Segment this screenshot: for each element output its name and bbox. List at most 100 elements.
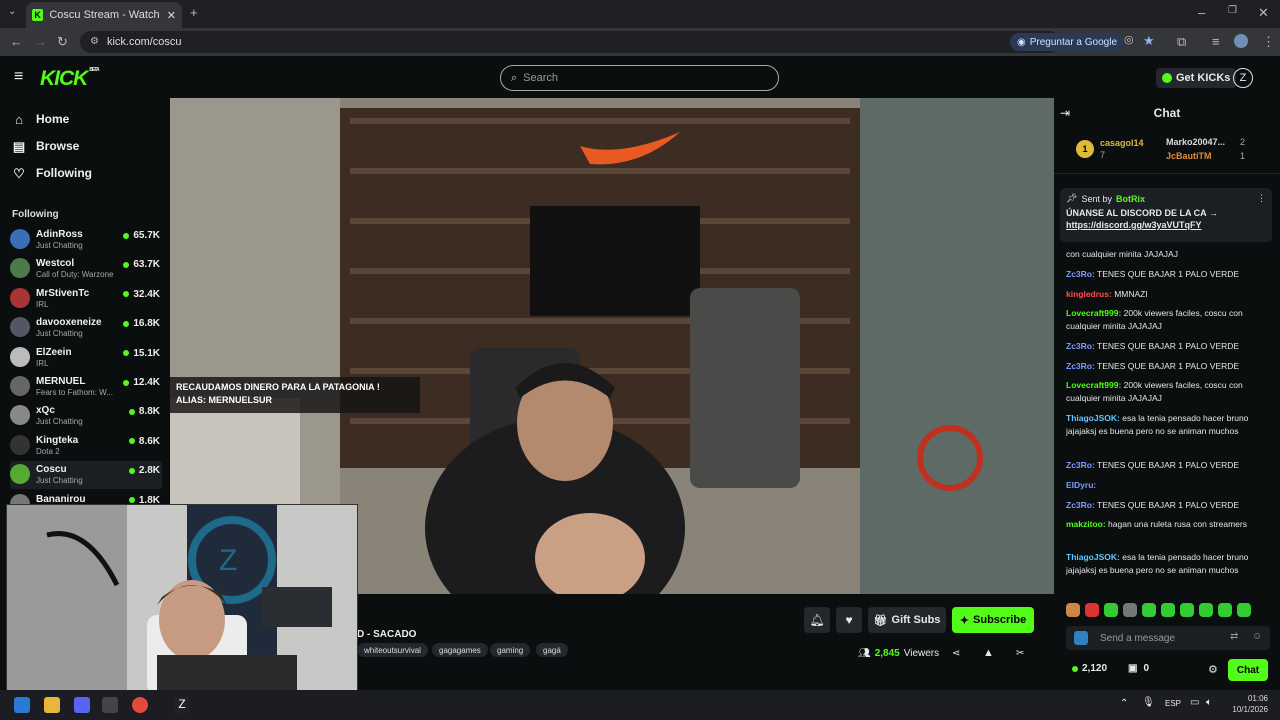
- volume-icon[interactable]: 🔈︎: [1206, 697, 1212, 708]
- emote-icon[interactable]: [1161, 603, 1175, 617]
- site-info-icon[interactable]: ⚙: [90, 37, 99, 47]
- app-icon[interactable]: [102, 697, 118, 713]
- chat-message[interactable]: Lovecraft999: 200k viewers faciles, cosc…: [1066, 379, 1262, 405]
- chat-message[interactable]: Zc3Ro: TENES QUE BAJAR 1 PALO VERDE: [1066, 268, 1262, 281]
- kicks-balance[interactable]: 2,120: [1072, 663, 1107, 674]
- chat-username[interactable]: Zc3Ro:: [1066, 361, 1095, 371]
- eye-off-icon[interactable]: ◎: [1124, 35, 1134, 46]
- report-icon[interactable]: ▲: [983, 647, 994, 659]
- subscribe-button[interactable]: ✦ Subscribe: [952, 607, 1034, 633]
- taskbar-clock[interactable]: 01:06 10/1/2026: [1222, 693, 1268, 715]
- profile-avatar-icon[interactable]: [1234, 34, 1248, 48]
- emote-icon[interactable]: [1142, 603, 1156, 617]
- get-kicks-button[interactable]: Get KICKs: [1156, 68, 1237, 88]
- nav-following[interactable]: ♡ Following: [12, 166, 92, 180]
- kick-logo[interactable]: KICK BETA: [40, 67, 100, 91]
- language-indicator[interactable]: ESP: [1165, 699, 1181, 708]
- new-tab-icon[interactable]: +: [190, 6, 198, 19]
- chat-username[interactable]: Zc3Ro:: [1066, 269, 1095, 279]
- url-field[interactable]: ⚙ kick.com/coscu: [80, 31, 1060, 53]
- chat-username[interactable]: Zc3Ro:: [1066, 341, 1095, 351]
- chat-username[interactable]: Zc3Ro:: [1066, 460, 1095, 470]
- discord-icon[interactable]: [74, 697, 90, 713]
- chat-username[interactable]: ElDyru:: [1066, 480, 1096, 490]
- forward-icon[interactable]: →: [34, 35, 47, 48]
- emote-icon[interactable]: [1199, 603, 1213, 617]
- pinned-message[interactable]: 📌︎ Sent by BotRix ⋮ ÚNANSE AL DISCORD DE…: [1060, 188, 1272, 242]
- emote-icon[interactable]: [1123, 603, 1137, 617]
- emote-picker-icon[interactable]: ☺: [1252, 631, 1262, 642]
- user-avatar[interactable]: Z: [1233, 68, 1253, 88]
- tray-overflow-icon[interactable]: ⌃: [1120, 698, 1128, 709]
- network-icon[interactable]: ▭: [1190, 697, 1199, 708]
- browser-menu-icon[interactable]: ⋮: [1262, 35, 1275, 48]
- tag-gaming[interactable]: gaming: [490, 643, 531, 657]
- emote-icon[interactable]: [1237, 603, 1251, 617]
- chat-message[interactable]: Zc3Ro: TENES QUE BAJAR 1 PALO VERDE: [1066, 340, 1262, 353]
- following-channel-westcol[interactable]: Westcol Call of Duty: Warzone 63.7K: [10, 255, 162, 283]
- chat-input[interactable]: Send a message ⇄ ☺: [1066, 626, 1270, 650]
- hamburger-menu-icon[interactable]: ≡: [14, 68, 23, 86]
- chat-message[interactable]: ThiagoJSOK: esa la tenia pensado hacer b…: [1066, 551, 1262, 577]
- chrome-icon[interactable]: [132, 697, 148, 713]
- file-explorer-icon[interactable]: [44, 697, 60, 713]
- following-channel-elzeein[interactable]: ElZeein IRL 15.1K: [10, 344, 162, 372]
- emote-icon[interactable]: [1085, 603, 1099, 617]
- clip-icon[interactable]: ✂: [1016, 648, 1024, 659]
- chat-username[interactable]: Zc3Ro:: [1066, 500, 1095, 510]
- chat-message[interactable]: con cualquier minita JAJAJAJ: [1066, 248, 1262, 261]
- chat-username[interactable]: kingledrus:: [1066, 289, 1112, 299]
- chat-username[interactable]: ThiagoJSOK:: [1066, 552, 1120, 562]
- send-chat-button[interactable]: Chat: [1228, 659, 1268, 681]
- reading-list-icon[interactable]: ≡: [1212, 35, 1220, 48]
- tag-gaga[interactable]: gagá: [536, 643, 568, 657]
- following-channel-davooxeneize[interactable]: davooxeneize Just Chatting 16.8K: [10, 314, 162, 342]
- nav-browse[interactable]: ▤ Browse: [12, 139, 80, 153]
- nav-home[interactable]: ⌂ Home: [12, 112, 69, 126]
- emote-icon[interactable]: [1066, 603, 1080, 617]
- follow-heart-button[interactable]: ♥: [836, 607, 862, 633]
- minimize-icon[interactable]: –: [1198, 6, 1205, 19]
- tab-list-icon[interactable]: ⌄: [8, 7, 16, 17]
- reload-icon[interactable]: ↻: [57, 35, 68, 48]
- following-channel-mrstiventc[interactable]: MrStivenTc IRL 32.4K: [10, 285, 162, 313]
- close-window-icon[interactable]: ✕: [1258, 6, 1269, 19]
- chat-message[interactable]: Zc3Ro: TENES QUE BAJAR 1 PALO VERDE: [1066, 459, 1262, 472]
- microphone-icon[interactable]: 🎙︎: [1142, 697, 1155, 708]
- chat-settings-gear-icon[interactable]: ⚙: [1208, 663, 1218, 676]
- translate-icon[interactable]: ⇄: [1230, 631, 1238, 642]
- chat-message[interactable]: makzitoo: hagan una ruleta rusa con stre…: [1066, 518, 1262, 531]
- chat-message[interactable]: Lovecraft999: 200k viewers faciles, cosc…: [1066, 307, 1262, 333]
- notification-bell-button[interactable]: 🔔︎: [804, 607, 830, 633]
- emote-icon[interactable]: [1104, 603, 1118, 617]
- search-input[interactable]: ⌕ Search: [500, 65, 779, 91]
- chat-message[interactable]: Zc3Ro: TENES QUE BAJAR 1 PALO VERDE: [1066, 360, 1262, 373]
- leader-1-name[interactable]: casagol14: [1100, 138, 1144, 148]
- chat-message[interactable]: ElDyru:: [1066, 479, 1262, 492]
- tag-gagagames[interactable]: gagagames: [432, 643, 488, 657]
- browser-tab[interactable]: K Coscu Stream - Watch Live on K ✕: [26, 2, 182, 28]
- gift-balance[interactable]: ▣ 0: [1128, 663, 1149, 674]
- gift-subs-button[interactable]: 🎁︎ Gift Subs: [868, 607, 946, 633]
- close-tab-icon[interactable]: ✕: [167, 9, 176, 22]
- chat-username[interactable]: Lovecraft999:: [1066, 308, 1121, 318]
- following-channel-adinross[interactable]: AdinRoss Just Chatting 65.7K: [10, 226, 162, 254]
- following-channel-kingteka[interactable]: Kingteka Dota 2 8.6K: [10, 432, 162, 460]
- kick-app-icon[interactable]: Z: [174, 697, 190, 713]
- share-icon[interactable]: ⋖: [952, 648, 960, 659]
- following-channel-xqc[interactable]: xQc Just Chatting 8.8K: [10, 402, 162, 430]
- chat-message[interactable]: ThiagoJSOK: esa la tenia pensado hacer b…: [1066, 412, 1262, 438]
- chat-message[interactable]: Zc3Ro: TENES QUE BAJAR 1 PALO VERDE: [1066, 499, 1262, 512]
- ask-google-button[interactable]: ◉ Preguntar a Google: [1010, 33, 1125, 51]
- pinned-sender[interactable]: BotRix: [1116, 194, 1145, 204]
- emote-icon[interactable]: [1218, 603, 1232, 617]
- more-options-icon[interactable]: ⋮: [1257, 193, 1266, 204]
- chat-message[interactable]: kingledrus: MMNAZI: [1066, 288, 1262, 301]
- emote-icon[interactable]: [1180, 603, 1194, 617]
- following-channel-mernuel[interactable]: MERNUEL Fears to Fathom: W... 12.4K: [10, 373, 162, 401]
- leader-2-name[interactable]: Marko20047...: [1166, 137, 1225, 147]
- restore-icon[interactable]: ❐: [1228, 6, 1237, 16]
- back-icon[interactable]: ←: [10, 35, 23, 48]
- chat-username[interactable]: ThiagoJSOK:: [1066, 413, 1120, 423]
- tag-whiteoutsurvival[interactable]: whiteoutsurvival: [357, 643, 428, 657]
